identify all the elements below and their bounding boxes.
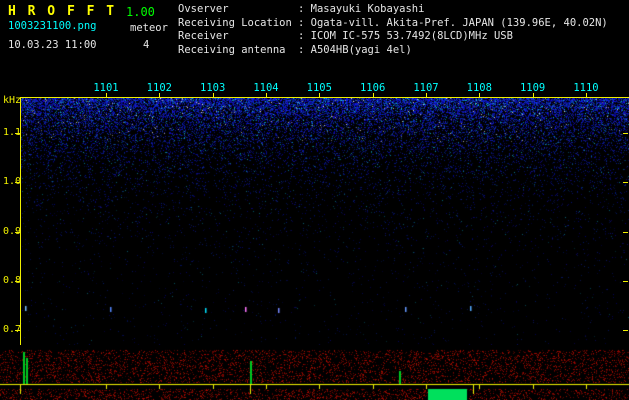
info-row-value: : A504HB(yagi 4el) — [298, 44, 412, 56]
signal-level-strip-canvas — [0, 348, 629, 400]
freq-tick-mark — [15, 182, 20, 183]
info-row-label: Receiving Location — [178, 17, 298, 31]
info-row: Receiving Location: Ogata-vill. Akita-Pr… — [178, 17, 608, 31]
freq-tick-mark-right — [623, 232, 628, 233]
time-tick-mark — [479, 93, 480, 98]
time-tick-mark — [373, 93, 374, 98]
mode-label: meteor — [130, 22, 168, 34]
info-row: Receiving antenna: A504HB(yagi 4el) — [178, 44, 608, 58]
datetime-label: 10.03.23 11:00 — [8, 39, 97, 51]
freq-tick-mark — [15, 330, 20, 331]
info-row: Ovserver: Masayuki Kobayashi — [178, 3, 608, 17]
info-row-label: Receiving antenna — [178, 44, 298, 58]
time-tick-mark — [533, 93, 534, 98]
time-tick-mark — [426, 93, 427, 98]
freq-tick-mark-right — [623, 330, 628, 331]
freq-tick-mark-right — [623, 133, 628, 134]
time-tick-mark — [586, 93, 587, 98]
info-block: Ovserver: Masayuki Kobayashi Receiving Lo… — [178, 3, 608, 57]
frequency-axis-unit: kHz — [3, 95, 21, 106]
time-tick-mark — [319, 93, 320, 98]
info-row-value: : Masayuki Kobayashi — [298, 3, 424, 15]
freq-tick-mark-right — [623, 281, 628, 282]
time-tick-mark — [213, 93, 214, 98]
freq-tick-mark — [15, 232, 20, 233]
freq-tick-label: 0.9 — [3, 226, 21, 237]
info-row-value: : ICOM IC-575 53.7492(8LCD)MHz USB — [298, 30, 513, 42]
info-row-value: : Ogata-vill. Akita-Pref. JAPAN (139.96E… — [298, 17, 608, 29]
time-tick-mark — [106, 93, 107, 98]
info-row-label: Ovserver — [178, 3, 298, 17]
time-axis-line — [20, 97, 629, 98]
freq-tick-mark — [15, 281, 20, 282]
freq-tick-mark-right — [623, 182, 628, 183]
app-title: H R O F F T — [8, 4, 116, 19]
time-tick-mark — [159, 93, 160, 98]
meteor-count: 4 — [143, 39, 149, 51]
info-row-label: Receiver — [178, 30, 298, 44]
app-version: 1.00 — [126, 5, 155, 19]
info-row: Receiver: ICOM IC-575 53.7492(8LCD)MHz U… — [178, 30, 608, 44]
spectrogram-canvas — [20, 97, 629, 345]
output-filename: 1003231100.png — [8, 20, 97, 32]
time-tick-mark — [266, 93, 267, 98]
hrofft-window: H R O F F T 1.00 1003231100.png meteor 1… — [0, 0, 629, 400]
freq-tick-mark — [15, 133, 20, 134]
